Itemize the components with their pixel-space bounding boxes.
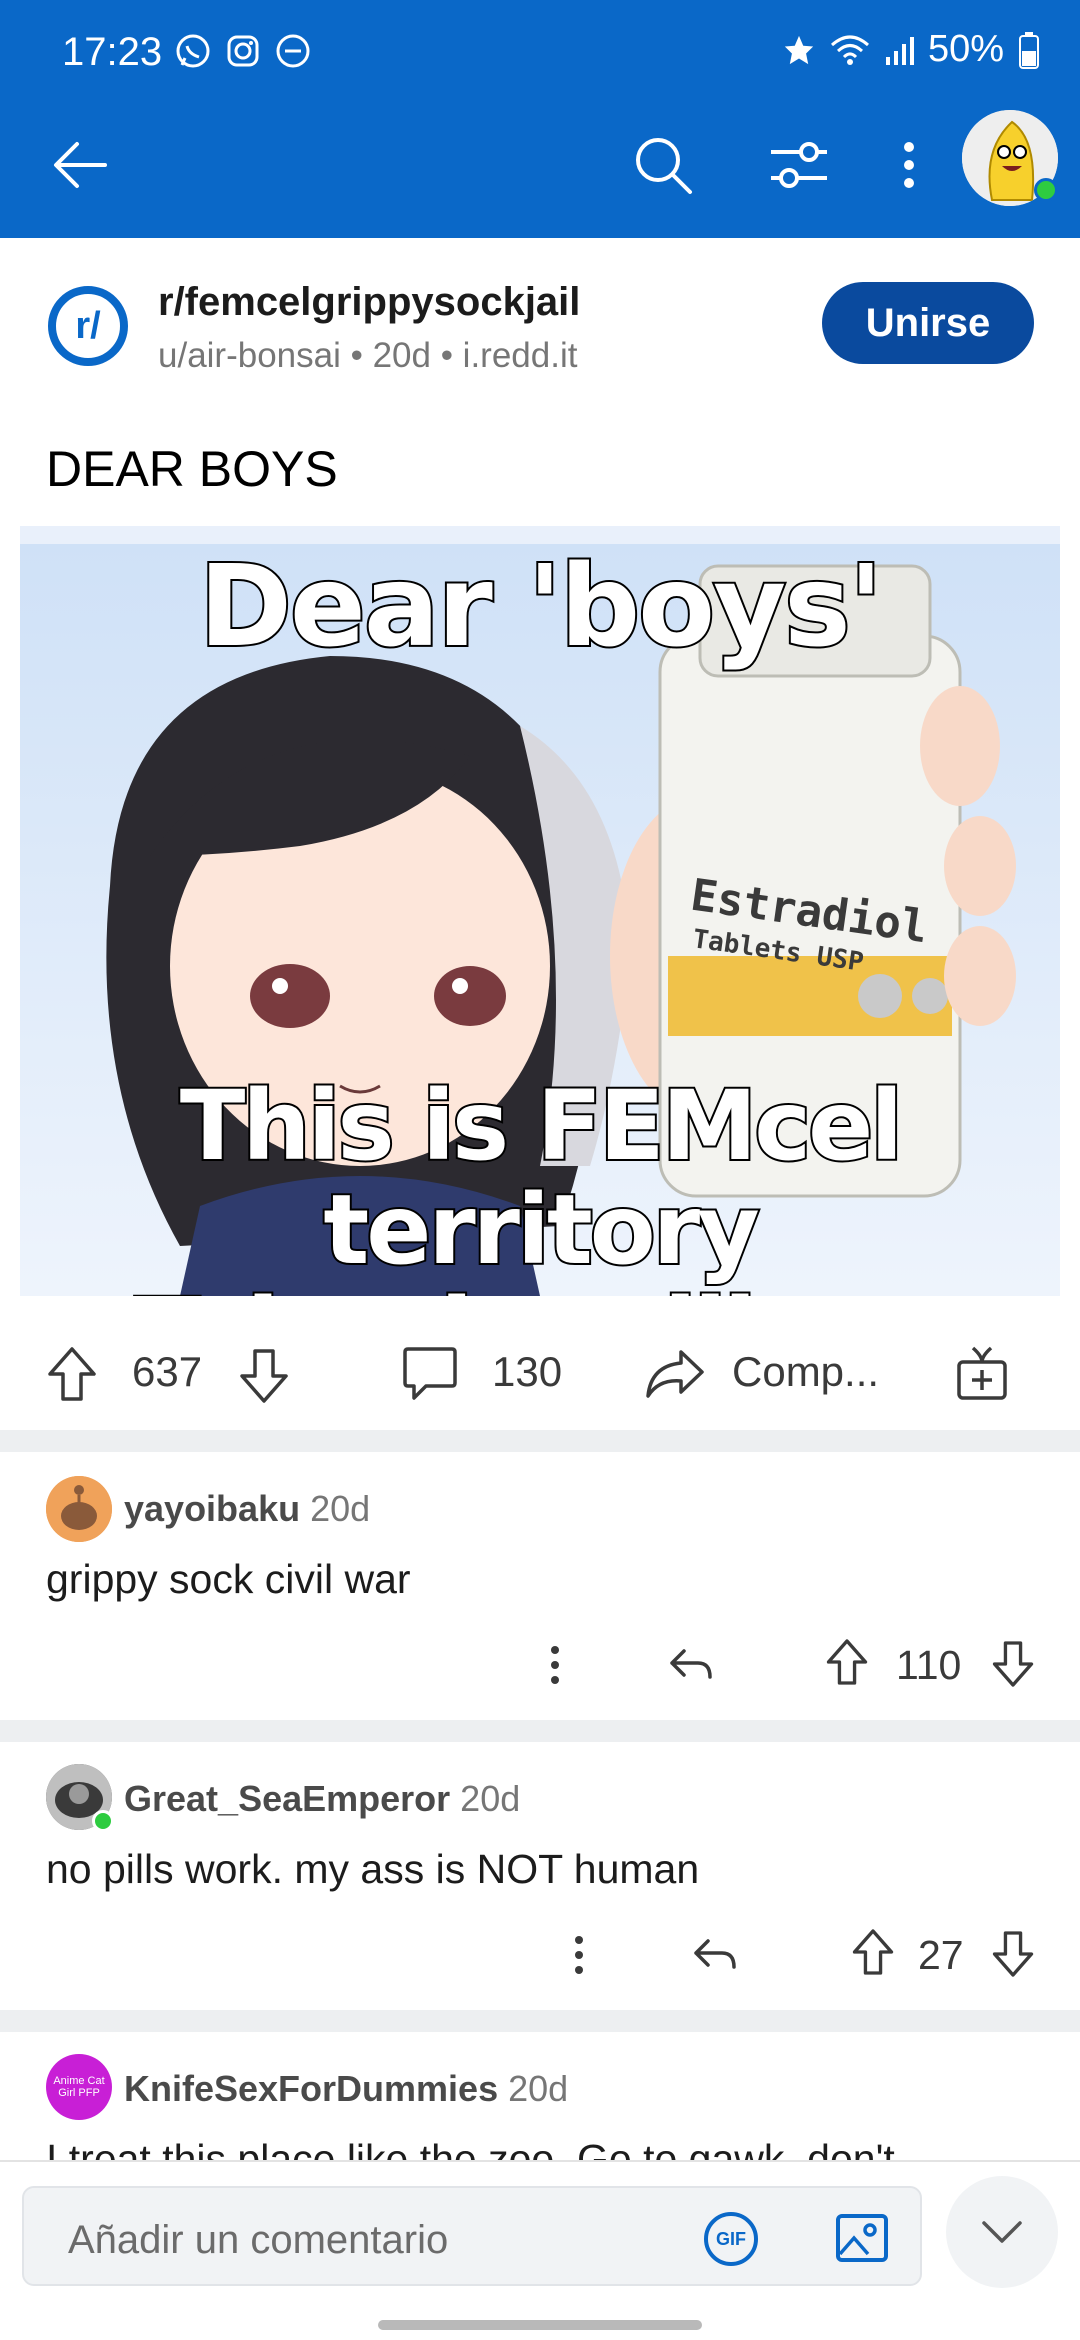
- comment-username[interactable]: KnifeSexForDummies: [124, 2068, 498, 2109]
- comment: Anime Cat Girl PFP KnifeSexForDummies 20d…: [0, 2032, 1080, 2160]
- wifi-icon: [830, 35, 869, 65]
- comment: yayoibaku 20d grippy sock civil war 110: [0, 1452, 1080, 1718]
- comment-time: 20d: [310, 1488, 371, 1529]
- chevron-down-icon: [982, 2221, 1022, 2243]
- join-button[interactable]: Unirse: [822, 282, 1034, 364]
- post-meta: u/air-bonsai • 20d • i.redd.it: [158, 336, 578, 375]
- comment-placeholder: Añadir un comentario: [68, 2218, 449, 2262]
- meme-bottom-line-1: This is FEMcel territory: [178, 1070, 905, 1286]
- filter-button[interactable]: [760, 126, 838, 204]
- comment-author[interactable]: yayoibaku 20d: [124, 1488, 370, 1530]
- upvote-arrow-icon: [826, 1639, 868, 1685]
- instagram-icon: [227, 35, 259, 67]
- comment-bubble-icon: [403, 1347, 457, 1400]
- reply-arrow-icon: [670, 1649, 712, 1679]
- reply-button[interactable]: [690, 1930, 740, 1980]
- filter-icon: [771, 142, 827, 188]
- comment-body: I treat this place like the zoo. Go to g…: [46, 2136, 895, 2160]
- more-options-button[interactable]: [884, 126, 934, 204]
- comment-input[interactable]: Añadir un comentario GIF: [22, 2186, 922, 2286]
- online-status-dot: [1034, 178, 1058, 202]
- divider: [0, 1430, 1080, 1452]
- more-vertical-icon: [904, 142, 914, 188]
- image-icon: [836, 2214, 888, 2262]
- comment: Great_SeaEmperor 20d no pills work. my as…: [0, 1742, 1080, 2008]
- downvote-arrow-icon: [992, 1641, 1034, 1687]
- search-icon: [636, 138, 692, 194]
- post-vote-count: 637: [132, 1348, 203, 1395]
- comment-vote-count: 110: [896, 1642, 962, 1688]
- online-status-dot: [92, 1810, 114, 1832]
- comment-more-button[interactable]: [540, 1640, 570, 1690]
- do-not-disturb-icon: [276, 34, 310, 68]
- share-arrow-icon: [646, 1350, 704, 1398]
- top-app-bar: 17:23 50%: [0, 0, 1080, 238]
- status-time: 17:23: [62, 30, 163, 74]
- comment-upvote-button[interactable]: [824, 1636, 870, 1688]
- upvote-arrow-icon: [48, 1347, 96, 1401]
- comment-downvote-button[interactable]: [990, 1638, 1036, 1690]
- comment-vote-count: 27: [918, 1932, 964, 1978]
- comments-button[interactable]: [400, 1342, 460, 1406]
- gif-label: GIF: [716, 2228, 746, 2249]
- comment-time: 20d: [508, 2068, 569, 2109]
- comment-composer: Añadir un comentario GIF: [0, 2160, 1080, 2340]
- status-right-icons: 50%: [782, 28, 1040, 71]
- comment-username[interactable]: Great_SeaEmperor: [124, 1778, 450, 1819]
- downvote-arrow-icon: [992, 1931, 1034, 1977]
- comment-more-button[interactable]: [564, 1930, 594, 1980]
- comment-downvote-button[interactable]: [990, 1928, 1036, 1980]
- avatar-text: Anime Cat Girl PFP: [53, 2075, 105, 2099]
- star-icon: [784, 35, 814, 64]
- app-bar: [0, 100, 1080, 238]
- comment-author[interactable]: Great_SeaEmperor 20d: [124, 1778, 520, 1820]
- more-vertical-icon: [551, 1646, 559, 1684]
- meme-bottom-caption: This is FEMcel territory Take the pills …: [0, 1070, 1080, 1296]
- gift-icon: [957, 1346, 1007, 1400]
- divider: [0, 2010, 1080, 2032]
- award-button[interactable]: [952, 1342, 1012, 1404]
- battery-percent: 50%: [927, 28, 1004, 70]
- reply-arrow-icon: [694, 1939, 736, 1969]
- post-header: r/ r/femcelgrippysockjail u/air-bonsai •…: [0, 238, 1080, 418]
- signal-icon: [885, 36, 914, 65]
- search-button[interactable]: [624, 126, 702, 204]
- whatsapp-icon: [176, 34, 210, 68]
- post-title: DEAR BOYS: [46, 441, 338, 497]
- meme-bottom-line-2: Take the pills or leave: [0, 1280, 1080, 1296]
- battery-icon: [1019, 31, 1039, 69]
- upvote-button[interactable]: [44, 1344, 100, 1404]
- downvote-button[interactable]: [236, 1346, 292, 1406]
- subreddit-icon[interactable]: r/: [48, 286, 128, 366]
- comment-upvote-button[interactable]: [850, 1926, 896, 1978]
- post-image[interactable]: Estradiol Tablets USP Dear 'boys' This i…: [0, 526, 1080, 1296]
- comment-body: grippy sock civil war: [46, 1556, 411, 1602]
- upvote-arrow-icon: [852, 1929, 894, 1975]
- gif-button[interactable]: GIF: [704, 2212, 758, 2266]
- image-upload-button[interactable]: [834, 2210, 890, 2271]
- snoo-avatar-icon: [46, 1476, 112, 1542]
- share-label[interactable]: Comp...: [732, 1348, 879, 1396]
- comment-avatar[interactable]: [46, 1476, 112, 1542]
- more-vertical-icon: [575, 1936, 583, 1974]
- status-bar: 17:23 50%: [0, 0, 1080, 100]
- comment-time: 20d: [460, 1778, 521, 1819]
- share-button[interactable]: [644, 1344, 706, 1404]
- expand-button[interactable]: [946, 2176, 1058, 2288]
- post-comment-count: 130: [492, 1348, 563, 1395]
- comment-username[interactable]: yayoibaku: [124, 1488, 300, 1529]
- comment-author[interactable]: KnifeSexForDummies 20d: [124, 2068, 568, 2110]
- status-left-icons: [174, 32, 312, 70]
- comment-avatar[interactable]: Anime Cat Girl PFP: [46, 2054, 112, 2120]
- subreddit-name[interactable]: r/femcelgrippysockjail: [158, 280, 580, 325]
- comment-body: no pills work. my ass is NOT human: [46, 1846, 700, 1892]
- post-actions: 637 130 Comp...: [0, 1300, 1080, 1428]
- reply-button[interactable]: [666, 1640, 716, 1690]
- back-button[interactable]: [44, 130, 114, 200]
- downvote-arrow-icon: [240, 1349, 288, 1403]
- divider: [0, 1720, 1080, 1742]
- back-arrow-icon: [54, 142, 107, 188]
- home-indicator[interactable]: [378, 2320, 702, 2330]
- meme-top-caption: Dear 'boys': [197, 540, 885, 674]
